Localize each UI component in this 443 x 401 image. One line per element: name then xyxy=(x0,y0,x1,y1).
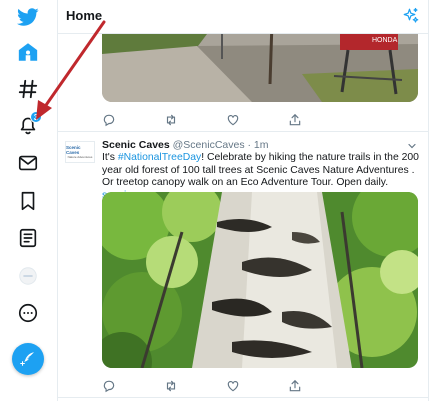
avatar-logo-text: Scenic Caves xyxy=(66,145,81,155)
reply-icon[interactable] xyxy=(102,379,116,393)
tweet-author-avatar[interactable]: Scenic Caves Nature Adventures xyxy=(65,141,95,163)
sign-text: HONDA xyxy=(372,37,398,44)
notifications-icon[interactable]: 3 xyxy=(13,110,43,140)
reply-icon[interactable] xyxy=(102,113,116,127)
tweet-divider xyxy=(58,131,428,132)
timeline: HONDA Scenic Caves Nature Adventures Sce… xyxy=(57,0,429,401)
feather-plus-icon xyxy=(20,352,34,366)
explore-icon[interactable] xyxy=(13,74,43,104)
compose-tweet-button[interactable] xyxy=(12,343,44,375)
share-icon[interactable] xyxy=(288,379,302,393)
notifications-badge: 3 xyxy=(30,111,42,123)
tweet-text-part: It's xyxy=(102,152,118,163)
sparkle-icon[interactable] xyxy=(402,7,420,25)
share-icon[interactable] xyxy=(288,113,302,127)
home-icon[interactable] xyxy=(13,37,43,67)
avatar-logo-subtext: Nature Adventures xyxy=(67,155,93,159)
author-handle[interactable]: @ScenicCaves xyxy=(173,139,245,151)
lists-icon[interactable] xyxy=(13,223,43,253)
like-icon[interactable] xyxy=(226,379,240,393)
tweet-actions xyxy=(102,379,302,393)
more-icon[interactable] xyxy=(13,298,43,328)
tweet-header: Scenic Caves @ScenicCaves · 1m xyxy=(102,139,269,151)
page-title: Home xyxy=(66,8,103,23)
retweet-icon[interactable] xyxy=(164,113,178,127)
tweet-timestamp[interactable]: 1m xyxy=(254,139,269,151)
twitter-logo-icon[interactable] xyxy=(13,2,43,32)
retweet-icon[interactable] xyxy=(164,379,178,393)
bookmarks-icon[interactable] xyxy=(13,186,43,216)
tweet-divider xyxy=(58,397,428,398)
timeline-header: Home xyxy=(58,0,428,34)
messages-icon[interactable] xyxy=(13,148,43,178)
hashtag-link[interactable]: #NationalTreeDay xyxy=(118,152,201,163)
profile-avatar[interactable] xyxy=(13,261,43,291)
author-name[interactable]: Scenic Caves xyxy=(102,139,170,151)
like-icon[interactable] xyxy=(226,113,240,127)
sidebar-nav: 3 xyxy=(0,0,57,401)
tweet-photo[interactable] xyxy=(102,192,418,368)
chevron-down-icon[interactable] xyxy=(406,139,418,151)
meta-separator: · xyxy=(247,139,252,151)
tweet-actions xyxy=(102,113,302,127)
